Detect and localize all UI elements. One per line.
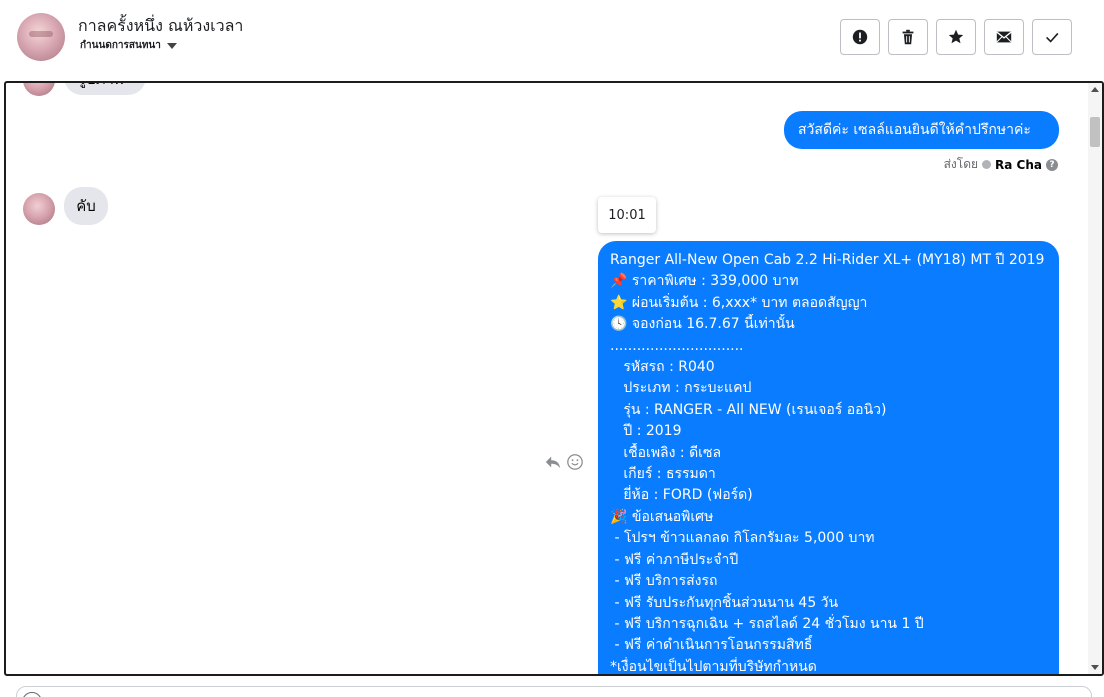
scroll-up-arrow-icon[interactable] xyxy=(1091,87,1099,92)
check-icon xyxy=(1046,32,1059,43)
message-line: - ฟรี บริการฉุกเฉิน + รถสไลด์ 24 ชั่วโมง… xyxy=(610,615,924,632)
trash-icon xyxy=(902,29,914,45)
message-line: - โปรฯ ข้าวแลกลด กิโลกรัมละ 5,000 บาท xyxy=(610,530,875,547)
message-hover-tools xyxy=(544,453,584,471)
sent-by-info: ส่งโดย Ra Cha ? xyxy=(944,155,1058,174)
message-line: ปี : 2019 xyxy=(610,423,682,440)
message-line: รุ่น : RANGER - All NEW (เรนเจอร์ ออนิว) xyxy=(610,401,887,418)
sender-name[interactable]: Ra Cha xyxy=(995,158,1042,172)
conversation-header: กาลครั้งหนึ่ง ณห้วงเวลา กำนนดการสนทนา xyxy=(0,0,1104,80)
alert-icon xyxy=(852,29,868,45)
message-line: เชื้อเพลิง : ดีเซล xyxy=(610,444,722,461)
star-button[interactable] xyxy=(936,19,976,55)
message-line: รหัสรถ : R040 xyxy=(610,359,715,376)
message-line: ⭐ ผ่อนเริ่มต้น : 6,xxx* บาท ตลอดสัญญา xyxy=(610,294,868,311)
message-bubble-outgoing[interactable]: สวัสดีค่ะ เซลล์แอนยินดีให้คำปรึกษาค่ะ xyxy=(784,111,1059,149)
thread-scrollbar[interactable] xyxy=(1088,83,1102,674)
message-bubble-incoming[interactable]: รูปภาพ xyxy=(64,83,146,95)
help-icon[interactable]: ? xyxy=(1046,158,1058,171)
timestamp-text: 10:01 xyxy=(608,207,646,223)
contact-name[interactable]: กาลครั้งหนึ่ง ณห้วงเวลา xyxy=(78,14,243,39)
timestamp-tooltip: 10:01 xyxy=(598,197,656,233)
message-line: *เงื่อนไขเป็นไปตามที่บริษัทกำหนด xyxy=(610,658,817,675)
contact-avatar-small[interactable] xyxy=(23,83,55,96)
report-button[interactable] xyxy=(840,19,880,55)
mark-done-button[interactable] xyxy=(1032,19,1072,55)
message-line: 📌 ราคาพิเศษ : 339,000 บาท xyxy=(610,273,799,290)
message-line: - ฟรี ค่าดำเนินการโอนกรรมสิทธิ์ xyxy=(610,637,813,654)
message-bubble-incoming[interactable]: คับ xyxy=(64,187,108,225)
conversation-status-label: กำนนดการสนทนา xyxy=(80,40,161,51)
message-line: - ฟรี ค่าภาษีประจำปี xyxy=(610,551,739,568)
contact-avatar[interactable] xyxy=(17,13,65,61)
conversation-status-dropdown[interactable]: กำนนดการสนทนา xyxy=(80,38,177,53)
star-icon xyxy=(948,29,964,44)
emoji-react-icon[interactable] xyxy=(566,453,584,471)
mail-icon xyxy=(996,31,1012,43)
message-line: ประเภท : กระบะแคป xyxy=(610,380,752,397)
message-line: 🎉 ข้อเสนอพิเศษ xyxy=(610,508,714,525)
message-composer[interactable] xyxy=(16,686,1092,697)
message-text: รูปภาพ xyxy=(78,83,124,91)
message-line: Ranger All-New Open Cab 2.2 Hi-Rider XL+… xyxy=(610,252,1045,268)
scroll-down-arrow-icon[interactable] xyxy=(1091,665,1099,670)
delete-button[interactable] xyxy=(888,19,928,55)
message-line: .............................. xyxy=(610,337,744,354)
message-thread[interactable]: รูปภาพ สวัสดีค่ะ เซลล์แอนยินดีให้คำปรึกษ… xyxy=(4,81,1104,676)
message-line: ยี่ห้อ : FORD (ฟอร์ด) xyxy=(610,487,753,504)
caret-down-icon xyxy=(166,42,177,49)
message-line: - ฟรี บริการส่งรถ xyxy=(610,573,718,590)
verified-dot-icon xyxy=(982,160,992,169)
reply-icon[interactable] xyxy=(544,453,562,471)
message-line: - ฟรี รับประกันทุกชิ้นส่วนนาน 45 วัน xyxy=(610,594,839,611)
mail-button[interactable] xyxy=(984,19,1024,55)
message-line: เกียร์ : ธรรมดา xyxy=(610,466,716,483)
scrollbar-thumb[interactable] xyxy=(1090,117,1100,147)
sent-by-label: ส่งโดย xyxy=(943,157,979,171)
message-text: คับ xyxy=(76,197,96,215)
message-text: สวัสดีค่ะ เซลล์แอนยินดีให้คำปรึกษาค่ะ xyxy=(798,122,1031,138)
contact-avatar-small[interactable] xyxy=(23,193,55,225)
message-line: 🕓 จองก่อน 16.7.67 นี้เท่านั้น xyxy=(610,316,795,333)
message-bubble-outgoing-long[interactable]: Ranger All-New Open Cab 2.2 Hi-Rider XL+… xyxy=(598,241,1059,675)
